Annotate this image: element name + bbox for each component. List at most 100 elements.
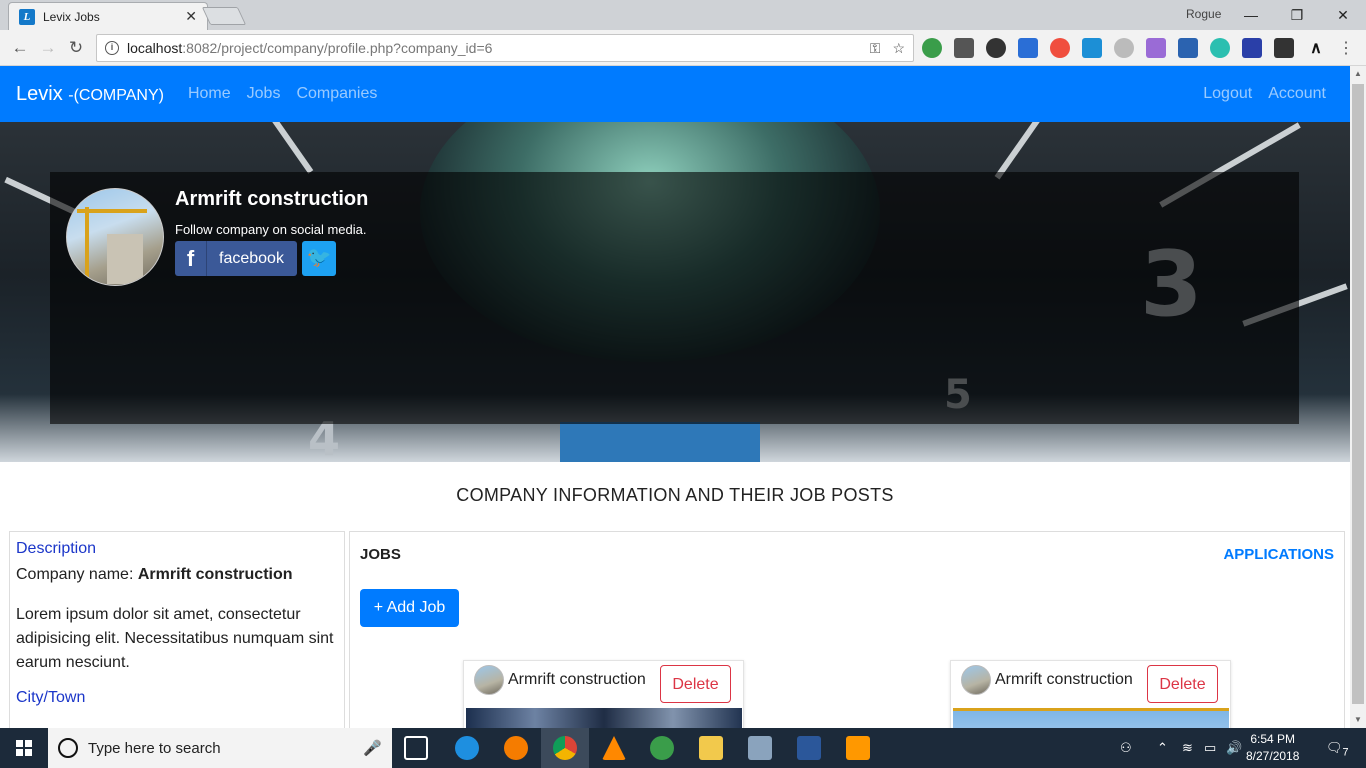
company-avatar bbox=[474, 665, 504, 695]
reload-icon[interactable]: ↻ bbox=[64, 36, 88, 60]
battery-icon[interactable]: ▭ bbox=[1204, 740, 1216, 756]
applications-link[interactable]: APPLICATIONS bbox=[1223, 546, 1334, 563]
extension-wave-icon[interactable]: ∧ bbox=[1306, 38, 1326, 58]
site-favicon-icon: L bbox=[19, 8, 35, 25]
scroll-up-icon[interactable]: ▲ bbox=[1350, 66, 1366, 82]
nav-link-home[interactable]: Home bbox=[188, 85, 231, 103]
scroll-thumb[interactable] bbox=[1352, 84, 1364, 704]
notification-center-icon[interactable]: 🗨7 bbox=[1326, 740, 1349, 759]
extension-bookmark-icon[interactable] bbox=[1242, 38, 1262, 58]
wifi-icon[interactable]: ≋ bbox=[1182, 740, 1193, 756]
taskbar-search[interactable]: Type here to search 🎤 bbox=[48, 728, 392, 768]
nav-link-companies[interactable]: Companies bbox=[296, 85, 377, 103]
brand-subtitle: -(COMPANY) bbox=[68, 86, 164, 104]
hero-light-stripe bbox=[994, 122, 1046, 180]
scroll-down-icon[interactable]: ▼ bbox=[1350, 712, 1366, 728]
tab-title: Levix Jobs bbox=[43, 9, 100, 24]
facebook-icon: f bbox=[175, 241, 207, 276]
twitter-button[interactable]: 🐦 bbox=[302, 241, 336, 276]
building-shape bbox=[107, 234, 143, 284]
company-name-line: Company name: Armrift construction bbox=[16, 563, 338, 587]
follow-text: Follow company on social media. bbox=[175, 222, 367, 237]
extension-orb-icon[interactable] bbox=[1210, 38, 1230, 58]
navbar-right: Logout Account bbox=[1203, 85, 1326, 103]
extension-download-icon[interactable] bbox=[1274, 38, 1294, 58]
delete-job-button[interactable]: Delete bbox=[1147, 665, 1218, 703]
brand[interactable]: Levix -(COMPANY) bbox=[16, 83, 164, 106]
hero-light-stripe bbox=[256, 122, 314, 174]
key-icon[interactable]: ⚿ bbox=[870, 40, 881, 57]
chrome-icon[interactable] bbox=[553, 736, 577, 760]
extension-globe-icon[interactable] bbox=[922, 38, 942, 58]
job-card-company: Armrift construction bbox=[995, 671, 1133, 688]
search-app-icon[interactable] bbox=[504, 736, 528, 760]
vlc-icon[interactable] bbox=[602, 736, 626, 760]
job-card-company: Armrift construction bbox=[508, 671, 646, 688]
tab-close-icon[interactable]: ✕ bbox=[185, 8, 197, 25]
nav-link-logout[interactable]: Logout bbox=[1203, 85, 1252, 103]
site-navbar: Levix -(COMPANY) Home Jobs Companies Log… bbox=[0, 66, 1350, 122]
facebook-button[interactable]: f facebook bbox=[175, 241, 297, 276]
url-host: localhost bbox=[127, 40, 183, 56]
extension-gear-icon[interactable] bbox=[986, 38, 1006, 58]
extension-icons: ∧ bbox=[922, 38, 1326, 58]
address-bar[interactable]: i localhost :8082/project/company/profil… bbox=[96, 34, 914, 62]
twitter-bird-icon: 🐦 bbox=[306, 247, 332, 269]
company-avatar bbox=[961, 665, 991, 695]
site-info-icon[interactable]: i bbox=[105, 41, 119, 55]
city-label: City/Town bbox=[16, 689, 86, 706]
bookmark-star-icon[interactable]: ☆ bbox=[892, 40, 905, 57]
extension-block-icon[interactable] bbox=[1050, 38, 1070, 58]
company-name-value: Armrift construction bbox=[137, 566, 293, 583]
company-name-prefix: Company name: bbox=[16, 566, 138, 583]
task-view-icon[interactable] bbox=[404, 736, 428, 760]
restore-icon[interactable]: ❐ bbox=[1282, 4, 1312, 26]
forward-icon[interactable]: → bbox=[36, 36, 60, 60]
extension-window-icon[interactable] bbox=[1082, 38, 1102, 58]
company-header-panel: Armrift construction Follow company on s… bbox=[50, 172, 1299, 424]
microphone-icon[interactable]: 🎤 bbox=[363, 739, 382, 757]
windows-taskbar: Type here to search 🎤 ⚇ ⌃ ≋ ▭ 🔊 6:54 PM … bbox=[0, 728, 1366, 768]
browser-titlebar: L Levix Jobs ✕ Rogue — ❐ ✕ bbox=[0, 0, 1366, 30]
browser-menu-icon[interactable]: ⋮ bbox=[1338, 38, 1354, 58]
facebook-label: facebook bbox=[219, 249, 284, 267]
sublime-text-icon[interactable] bbox=[846, 736, 870, 760]
word-icon[interactable] bbox=[797, 736, 821, 760]
network-app-icon[interactable] bbox=[748, 736, 772, 760]
section-title: COMPANY INFORMATION AND THEIR JOB POSTS bbox=[456, 485, 894, 505]
windows-logo-icon bbox=[16, 740, 32, 756]
crane-shape bbox=[85, 207, 89, 277]
new-tab-button[interactable] bbox=[201, 7, 247, 25]
taskbar-search-placeholder: Type here to search bbox=[88, 739, 221, 757]
page-scrollbar[interactable]: ▲ ▼ bbox=[1350, 66, 1366, 728]
window-close-icon[interactable]: ✕ bbox=[1328, 4, 1358, 26]
nav-link-jobs[interactable]: Jobs bbox=[247, 85, 281, 103]
globe-app-icon[interactable] bbox=[650, 736, 674, 760]
back-icon[interactable]: ← bbox=[8, 36, 32, 60]
hero-banner: 3 4 5 Armrift construction Follow compan… bbox=[0, 122, 1350, 462]
extension-person-icon[interactable] bbox=[1178, 38, 1198, 58]
browser-tab[interactable]: L Levix Jobs ✕ bbox=[8, 2, 208, 30]
crane-shape bbox=[77, 209, 147, 213]
edge-icon[interactable] bbox=[455, 736, 479, 760]
taskbar-clock[interactable]: 6:54 PM 8/27/2018 bbox=[1246, 731, 1299, 765]
people-icon[interactable]: ⚇ bbox=[1120, 740, 1132, 756]
tray-chevron-icon[interactable]: ⌃ bbox=[1157, 740, 1168, 756]
extension-m-icon[interactable] bbox=[1018, 38, 1038, 58]
minimize-icon[interactable]: — bbox=[1236, 4, 1266, 26]
cortana-icon bbox=[58, 738, 78, 758]
company-logo bbox=[66, 188, 164, 286]
delete-job-button[interactable]: Delete bbox=[660, 665, 731, 703]
start-button[interactable] bbox=[0, 728, 48, 768]
url-path: :8082/project/company/profile.php?compan… bbox=[182, 40, 493, 56]
browser-profile-name[interactable]: Rogue bbox=[1186, 7, 1221, 21]
volume-icon[interactable]: 🔊 bbox=[1226, 740, 1242, 756]
extension-pdf-icon[interactable] bbox=[1146, 38, 1166, 58]
extension-bus-icon[interactable] bbox=[954, 38, 974, 58]
jobs-header: JOBS bbox=[360, 546, 401, 563]
add-job-button[interactable]: + Add Job bbox=[360, 589, 459, 627]
company-info-card: Description Company name: Armrift constr… bbox=[9, 531, 345, 731]
extension-grey-m-icon[interactable] bbox=[1114, 38, 1134, 58]
file-explorer-icon[interactable] bbox=[699, 736, 723, 760]
nav-link-account[interactable]: Account bbox=[1268, 85, 1326, 103]
